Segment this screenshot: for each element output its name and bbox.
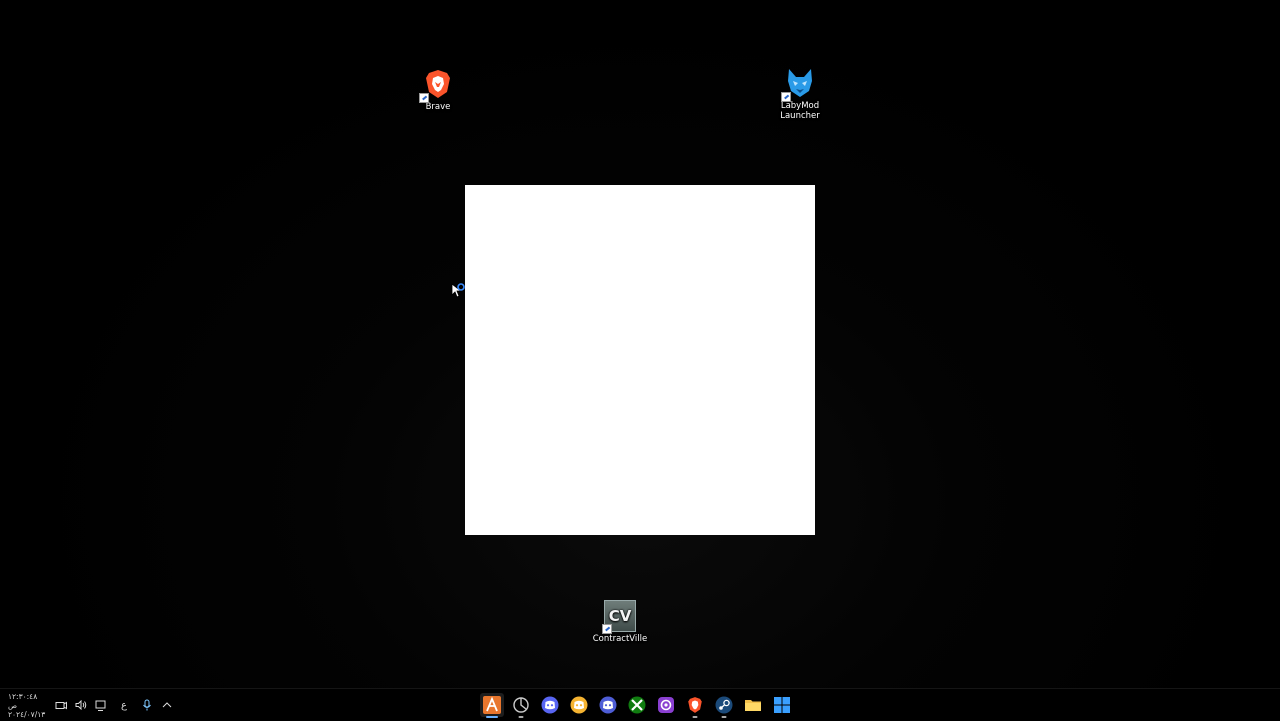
desktop-icon-labymod-launcher[interactable]: LabyMod Launcher xyxy=(762,67,838,121)
clock-time: ١٢:٣٠:٤٨ ص xyxy=(8,691,38,710)
clock-date: ٢٠٢٤/٠٧/١٣ xyxy=(8,709,46,719)
camera-icon[interactable] xyxy=(54,698,68,712)
shortcut-arrow-icon xyxy=(419,93,429,103)
desktop-icon-label: ContractVille xyxy=(592,634,648,644)
taskbar-apps xyxy=(480,689,794,721)
desktop-icon-label-line2: Launcher xyxy=(780,111,820,121)
microphone-icon[interactable] xyxy=(140,698,154,712)
desktop: Brave LabyMod Launcher CV ContractVille xyxy=(0,0,1280,688)
language-indicator[interactable]: ع xyxy=(114,698,134,712)
desktop-icon-label: Brave xyxy=(425,102,451,112)
discord-canary-app-icon[interactable] xyxy=(567,693,591,717)
discord-app-icon[interactable] xyxy=(538,693,562,717)
brave-app-icon[interactable] xyxy=(683,693,707,718)
speaker-icon[interactable] xyxy=(74,698,88,712)
start-app-icon[interactable] xyxy=(770,693,794,717)
brave-lion-icon xyxy=(419,68,454,103)
xbox-app-icon[interactable] xyxy=(625,693,649,717)
file-explorer-app-icon[interactable] xyxy=(741,693,765,717)
taskbar: ١٢:٣٠:٤٨ ص ٢٠٢٤/٠٧/١٣ ع xyxy=(0,688,1280,720)
running-indicator xyxy=(518,716,524,718)
desktop-icon-brave[interactable]: Brave xyxy=(400,68,476,112)
desktop-icon-label-line1: LabyMod xyxy=(780,101,820,111)
shortcut-arrow-icon xyxy=(602,624,612,634)
splash-window xyxy=(465,185,815,535)
contractville-icon: CV xyxy=(602,600,636,634)
running-indicator xyxy=(692,716,698,718)
discord-ptb-app-icon[interactable] xyxy=(596,693,620,717)
obs-app-icon[interactable] xyxy=(654,693,678,717)
system-tray: ١٢:٣٠:٤٨ ص ٢٠٢٤/٠٧/١٣ ع xyxy=(8,689,174,721)
steam-app-icon[interactable] xyxy=(712,693,736,718)
active-indicator xyxy=(486,716,498,718)
chevron-up-icon[interactable] xyxy=(160,698,174,712)
labymod-wolf-icon xyxy=(781,67,816,102)
launcher-app-icon[interactable] xyxy=(480,693,504,718)
network-icon[interactable] xyxy=(94,698,108,712)
shortcut-arrow-icon xyxy=(781,92,791,102)
busy-cursor-icon xyxy=(451,283,467,299)
clock[interactable]: ١٢:٣٠:٤٨ ص ٢٠٢٤/٠٧/١٣ xyxy=(8,692,48,719)
steelseries-app-icon[interactable] xyxy=(509,693,533,718)
running-indicator xyxy=(721,716,727,718)
desktop-icon-contractville[interactable]: CV ContractVille xyxy=(582,600,658,644)
language-label: ع xyxy=(121,699,127,711)
